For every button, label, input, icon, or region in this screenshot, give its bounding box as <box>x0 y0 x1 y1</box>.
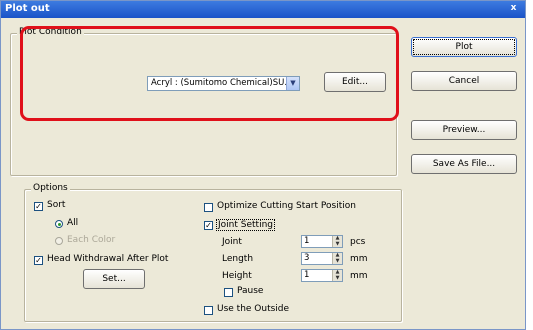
preview-button-label: Preview... <box>442 125 486 135</box>
pause-checkbox[interactable] <box>224 288 233 297</box>
spin-arrows-icon[interactable]: ▲ ▼ <box>332 269 342 281</box>
height-label: Height <box>222 271 252 281</box>
sort-all-label: All <box>67 218 79 228</box>
sort-all-radio[interactable] <box>55 220 63 228</box>
plot-button[interactable]: Plot <box>411 37 517 57</box>
height-stepper[interactable]: 1 ▲ ▼ <box>301 269 343 282</box>
save-as-file-button[interactable]: Save As File... <box>411 154 517 174</box>
cancel-button-label: Cancel <box>448 76 480 86</box>
set-button-label: Set... <box>102 274 126 284</box>
optimize-checkbox[interactable] <box>204 203 213 212</box>
use-outside-label: Use the Outside <box>217 304 290 314</box>
joint-value: 1 <box>304 236 310 246</box>
use-outside-checkbox[interactable] <box>204 306 213 315</box>
joint-setting-checkbox[interactable]: ✓ <box>204 221 213 230</box>
joint-stepper[interactable]: 1 ▲ ▼ <box>301 235 343 248</box>
head-withdrawal-label: Head Withdrawal After Plot <box>47 254 169 264</box>
plot-button-label: Plot <box>455 42 473 52</box>
set-button[interactable]: Set... <box>83 269 145 289</box>
sort-checkbox[interactable]: ✓ <box>34 202 43 211</box>
sort-label: Sort <box>47 200 66 210</box>
height-value: 1 <box>304 270 310 280</box>
joint-setting-label: Joint Setting <box>216 219 275 231</box>
options-label: Options <box>31 183 70 193</box>
close-icon[interactable]: x <box>508 3 519 14</box>
title-bar[interactable]: Plot out x <box>1 1 525 18</box>
length-value: 3 <box>304 253 310 263</box>
spin-arrows-icon[interactable]: ▲ ▼ <box>332 252 342 264</box>
pause-label: Pause <box>237 286 264 296</box>
length-label: Length <box>222 254 254 264</box>
joint-label: Joint <box>222 237 242 247</box>
length-unit: mm <box>350 254 368 264</box>
cancel-button[interactable]: Cancel <box>411 71 517 91</box>
sort-each-color-radio[interactable] <box>55 237 63 245</box>
save-as-file-button-label: Save As File... <box>432 159 496 169</box>
head-withdrawal-checkbox[interactable]: ✓ <box>34 256 43 265</box>
length-stepper[interactable]: 3 ▲ ▼ <box>301 252 343 265</box>
joint-unit: pcs <box>350 237 366 247</box>
preview-button[interactable]: Preview... <box>411 120 517 140</box>
dialog-title: Plot out <box>5 3 50 14</box>
spin-arrows-icon[interactable]: ▲ ▼ <box>332 235 342 247</box>
highlight-frame <box>20 26 399 121</box>
height-unit: mm <box>350 271 368 281</box>
optimize-label: Optimize Cutting Start Position <box>217 201 356 211</box>
sort-each-color-label: Each Color <box>67 235 116 245</box>
